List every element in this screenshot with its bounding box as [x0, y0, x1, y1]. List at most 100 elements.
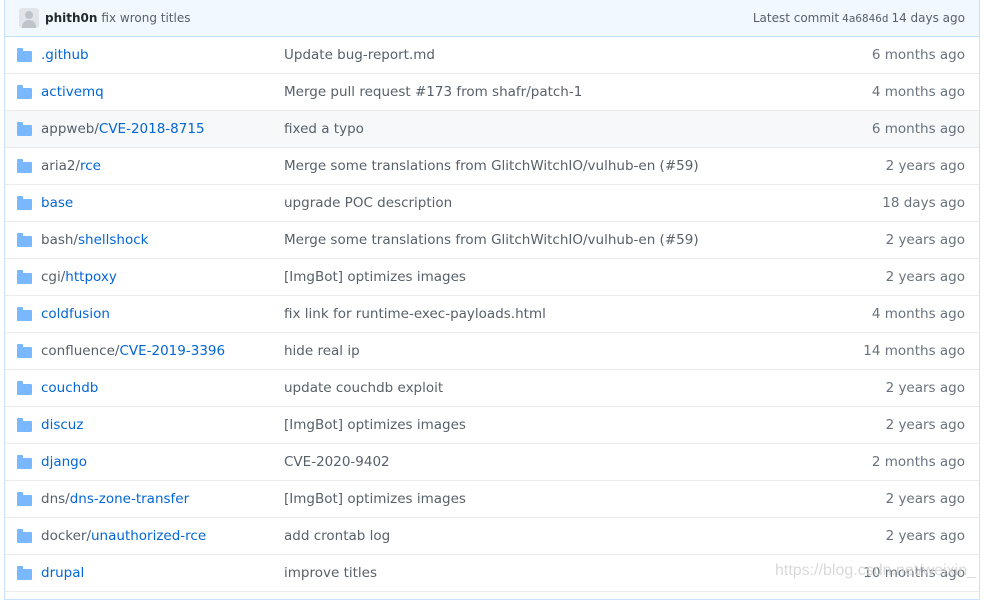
directory-prefix[interactable]: appweb/	[41, 121, 99, 137]
directory-link[interactable]: httpoxy	[65, 269, 117, 285]
folder-icon-cell	[5, 417, 41, 432]
avatar-icon[interactable]	[19, 8, 39, 28]
directory-link[interactable]: rce	[80, 158, 101, 174]
directory-link[interactable]: shellshock	[78, 232, 149, 248]
folder-icon-cell	[5, 565, 41, 580]
file-row: dns/dns-zone-transfer [ImgBot] optimizes …	[5, 481, 979, 518]
directory-link[interactable]: dns-zone-transfer	[70, 491, 189, 507]
directory-link[interactable]: base	[41, 195, 73, 211]
directory-name: couchdb	[41, 380, 284, 396]
folder-icon	[16, 158, 32, 173]
file-row: appweb/CVE-2018-8715 fixed a typo 6 months…	[5, 111, 979, 148]
commit-message-link[interactable]: Merge some translations from GlitchWitch…	[284, 232, 784, 248]
directory-link[interactable]: CVE-2019-3396	[119, 343, 225, 359]
commit-message-link[interactable]: update couchdb exploit	[284, 380, 784, 396]
folder-icon	[16, 195, 32, 210]
file-row: couchdb update couchdb exploit 2 years ago	[5, 370, 979, 407]
commit-age: 2 years ago	[885, 269, 965, 285]
commit-message-link[interactable]: fix link for runtime-exec-payloads.html	[284, 306, 784, 322]
commit-message-link[interactable]: improve titles	[284, 565, 784, 581]
directory-name: dns/dns-zone-transfer	[41, 491, 284, 507]
commit-age: 14 days ago	[891, 11, 965, 25]
folder-icon-cell	[5, 343, 41, 358]
directory-name: aria2/rce	[41, 158, 284, 174]
commit-age: 2 years ago	[885, 528, 965, 544]
folder-icon	[16, 269, 32, 284]
file-list: .github Update bug-report.md 6 months ago …	[5, 37, 979, 592]
file-row: .github Update bug-report.md 6 months ago	[5, 37, 979, 74]
directory-name: django	[41, 454, 284, 470]
folder-icon-cell	[5, 528, 41, 543]
folder-icon	[16, 380, 32, 395]
directory-prefix[interactable]: aria2/	[41, 158, 80, 174]
commit-message-link[interactable]: add crontab log	[284, 528, 784, 544]
folder-icon	[16, 565, 32, 580]
commit-message-link[interactable]: CVE-2020-9402	[284, 454, 784, 470]
directory-prefix[interactable]: cgi/	[41, 269, 65, 285]
directory-name: base	[41, 195, 284, 211]
folder-icon-cell	[5, 454, 41, 469]
commit-age: 6 months ago	[871, 47, 965, 63]
commit-sha[interactable]: 4a6846d	[842, 12, 888, 25]
commit-age: 6 months ago	[871, 121, 965, 137]
directory-link[interactable]: couchdb	[41, 380, 98, 396]
commit-message-link[interactable]: hide real ip	[284, 343, 784, 359]
directory-name: bash/shellshock	[41, 232, 284, 248]
commit-author[interactable]: phith0n	[45, 11, 97, 25]
directory-name: drupal	[41, 565, 284, 581]
commit-age: 2 years ago	[885, 232, 965, 248]
file-row: coldfusion fix link for runtime-exec-payl…	[5, 296, 979, 333]
commit-age: 2 months ago	[871, 454, 965, 470]
commit-message-link[interactable]: Merge some translations from GlitchWitch…	[284, 158, 784, 174]
folder-icon-cell	[5, 84, 41, 99]
folder-icon	[16, 343, 32, 358]
commit-age: 2 years ago	[885, 380, 965, 396]
file-row: base upgrade POC description 18 days ago	[5, 185, 979, 222]
directory-link[interactable]: discuz	[41, 417, 83, 433]
folder-icon-cell	[5, 232, 41, 247]
folder-icon-cell	[5, 306, 41, 321]
folder-icon-cell	[5, 121, 41, 136]
folder-icon	[16, 454, 32, 469]
file-row: drupal improve titles 10 months ago	[5, 555, 979, 592]
directory-link[interactable]: .github	[41, 47, 89, 63]
folder-icon	[16, 47, 32, 62]
file-row: bash/shellshock Merge some translations f…	[5, 222, 979, 259]
directory-link[interactable]: coldfusion	[41, 306, 110, 322]
directory-prefix[interactable]: confluence/	[41, 343, 119, 359]
commit-age: 4 months ago	[871, 84, 965, 100]
directory-link[interactable]: CVE-2018-8715	[99, 121, 205, 137]
commit-message-link[interactable]: fixed a typo	[284, 121, 784, 137]
latest-commit-label: Latest commit	[752, 11, 840, 25]
folder-icon-cell	[5, 491, 41, 506]
file-row: docker/unauthorized-rce add crontab log 2 …	[5, 518, 979, 555]
commit-message-link[interactable]: [ImgBot] optimizes images	[284, 417, 784, 433]
directory-link[interactable]: activemq	[41, 84, 104, 100]
commit-message-link[interactable]: [ImgBot] optimizes images	[284, 269, 784, 285]
directory-link[interactable]: unauthorized-rce	[91, 528, 206, 544]
commit-message-link[interactable]: Merge pull request #173 from shafr/patch…	[284, 84, 784, 100]
directory-name: discuz	[41, 417, 284, 433]
directory-link[interactable]: drupal	[41, 565, 84, 581]
commit-age: 4 months ago	[871, 306, 965, 322]
file-browser: phith0n fix wrong titles Latest commit 4…	[4, 0, 980, 600]
folder-icon-cell	[5, 380, 41, 395]
directory-name: appweb/CVE-2018-8715	[41, 121, 284, 137]
directory-name: .github	[41, 47, 284, 63]
folder-icon-cell	[5, 195, 41, 210]
directory-prefix[interactable]: dns/	[41, 491, 70, 507]
commit-age: 2 years ago	[885, 417, 965, 433]
commit-message-link[interactable]: Update bug-report.md	[284, 47, 784, 63]
folder-icon-cell	[5, 158, 41, 173]
folder-icon	[16, 121, 32, 136]
directory-name: cgi/httpoxy	[41, 269, 284, 285]
directory-prefix[interactable]: docker/	[41, 528, 91, 544]
commit-message-link[interactable]: upgrade POC description	[284, 195, 784, 211]
folder-icon-cell	[5, 47, 41, 62]
commit-message[interactable]: fix wrong titles	[101, 11, 190, 25]
commit-message-link[interactable]: [ImgBot] optimizes images	[284, 491, 784, 507]
directory-name: confluence/CVE-2019-3396	[41, 343, 284, 359]
directory-link[interactable]: django	[41, 454, 87, 470]
directory-name: docker/unauthorized-rce	[41, 528, 284, 544]
directory-prefix[interactable]: bash/	[41, 232, 78, 248]
